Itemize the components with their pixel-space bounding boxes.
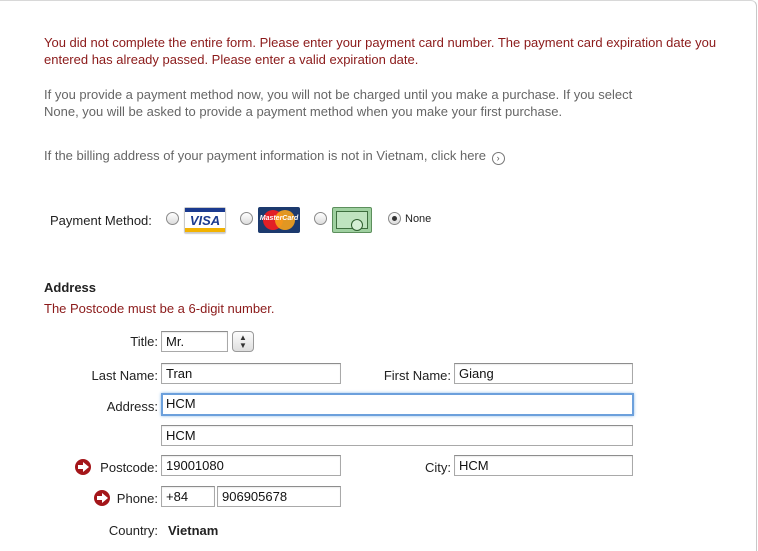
up-down-stepper-icon[interactable]: ▲ ▼ bbox=[232, 331, 254, 352]
postcode-label: Postcode: bbox=[100, 460, 158, 475]
payment-method-label: Payment Method: bbox=[50, 213, 152, 228]
payment-error-message: You did not complete the entire form. Pl… bbox=[44, 35, 717, 67]
amex-card-icon[interactable] bbox=[332, 207, 372, 233]
title-select[interactable]: Mr. bbox=[161, 331, 228, 352]
country-value: Vietnam bbox=[168, 523, 219, 538]
payment-note: If you provide a payment method now, you… bbox=[44, 87, 633, 119]
first-name-label: First Name: bbox=[383, 368, 451, 383]
radio-visa[interactable] bbox=[166, 212, 179, 225]
city-field[interactable]: HCM bbox=[454, 455, 633, 476]
last-name-label: Last Name: bbox=[91, 368, 158, 383]
postcode-field[interactable]: 19001080 bbox=[161, 455, 341, 476]
address-section-title: Address bbox=[44, 280, 97, 295]
visa-card-text: VISA bbox=[189, 213, 221, 228]
address-line1-field[interactable]: HCM bbox=[161, 393, 634, 416]
red-arrow-icon bbox=[94, 490, 110, 506]
radio-amex[interactable] bbox=[314, 212, 327, 225]
circle-arrow-right-icon[interactable]: › bbox=[491, 152, 505, 165]
billing-link-text[interactable]: If the billing address of your payment i… bbox=[44, 148, 486, 163]
first-name-field[interactable]: Giang bbox=[454, 363, 633, 384]
postcode-error-message: The Postcode must be a 6-digit number. bbox=[44, 301, 275, 316]
address-label: Address: bbox=[106, 399, 158, 414]
address-line2-field[interactable]: HCM bbox=[161, 425, 633, 446]
mastercard-icon[interactable]: MasterCard bbox=[258, 207, 300, 233]
last-name-field[interactable]: Tran bbox=[161, 363, 341, 384]
title-label: Title: bbox=[130, 334, 158, 349]
radio-mastercard[interactable] bbox=[240, 212, 253, 225]
none-label[interactable]: None bbox=[405, 213, 431, 225]
country-label: Country: bbox=[108, 523, 158, 538]
red-arrow-icon bbox=[75, 459, 91, 475]
phone-label: Phone: bbox=[116, 491, 158, 506]
phone-country-code-field[interactable]: +84 bbox=[161, 486, 215, 507]
radio-none[interactable] bbox=[388, 212, 401, 225]
mastercard-text: MasterCard bbox=[259, 215, 299, 222]
billing-address-link[interactable]: If the billing address of your payment i… bbox=[44, 147, 644, 165]
visa-card-icon[interactable]: VISA bbox=[184, 207, 226, 233]
city-label: City: bbox=[425, 460, 451, 475]
phone-number-field[interactable]: 906905678 bbox=[217, 486, 341, 507]
